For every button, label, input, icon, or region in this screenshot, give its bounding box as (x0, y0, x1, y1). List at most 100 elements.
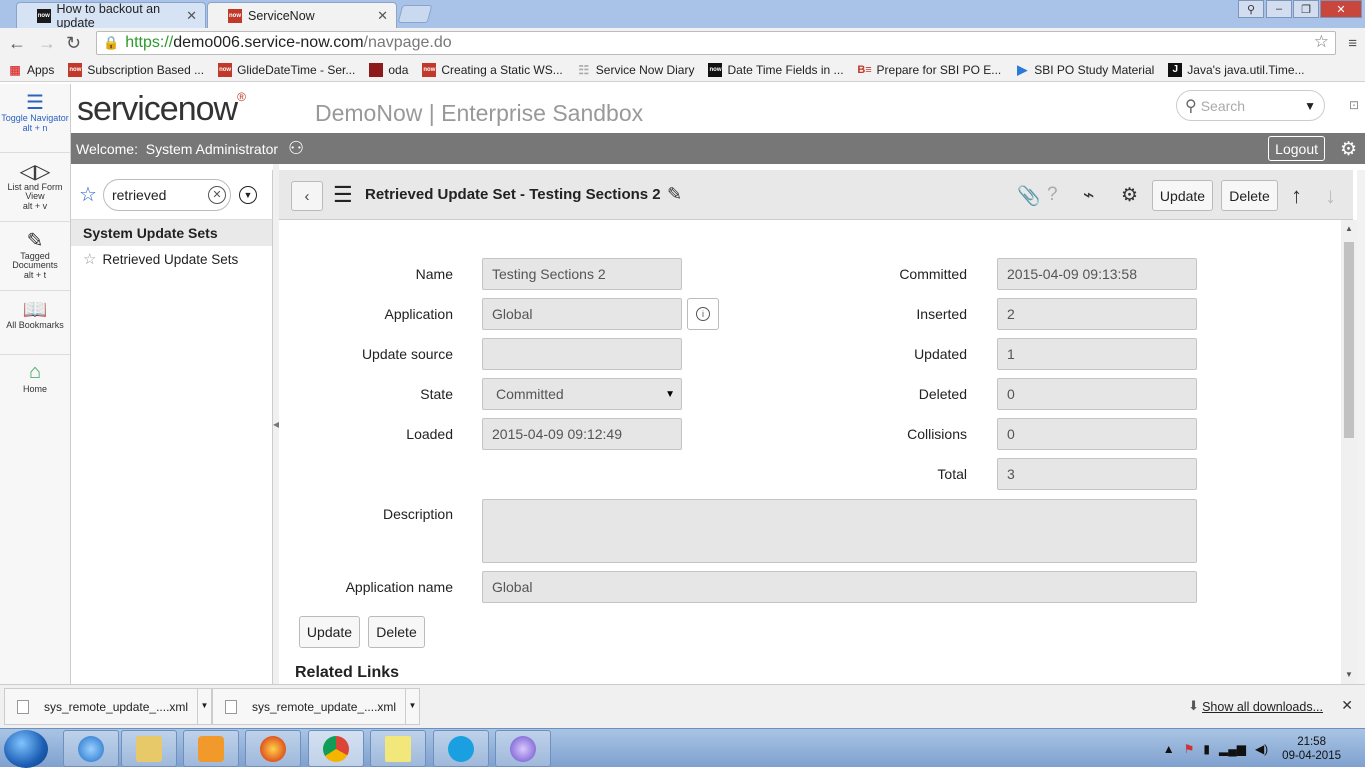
help-icon[interactable]: ? (1047, 184, 1058, 206)
gear-icon[interactable]: ⚙ (1121, 184, 1138, 207)
lock-icon: 🔒 (103, 35, 120, 50)
toggle-navigator-button[interactable]: ☰ Toggle Navigator alt + n (0, 84, 70, 153)
bookmark-item[interactable]: J Java's java.util.Time... (1168, 62, 1305, 77)
forward-arrow-icon[interactable]: → (38, 33, 56, 54)
arrow-up-icon[interactable]: ↑ (1291, 183, 1302, 209)
restore-icon[interactable]: ❐ (1293, 0, 1319, 18)
taskbar-chrome[interactable] (308, 730, 364, 767)
show-all-downloads-link[interactable]: Show all downloads... (1202, 700, 1323, 714)
bookmark-item[interactable]: ▶ SBI PO Study Material (1015, 62, 1154, 77)
update-source-field[interactable] (482, 338, 682, 370)
bookmark-item[interactable]: oda (369, 62, 408, 77)
url-input[interactable]: 🔒 https://demo006.service-now.com/navpag… (96, 31, 1336, 55)
minimize-icon[interactable]: – (1266, 0, 1292, 18)
taskbar-media-player[interactable] (183, 730, 239, 767)
logout-button[interactable]: Logout (1268, 136, 1325, 161)
browser-menu-icon[interactable]: ≡ (1348, 35, 1357, 52)
bookmark-item[interactable]: now Creating a Static WS... (422, 62, 563, 77)
collapse-header-icon[interactable]: ⊡ (1349, 98, 1359, 112)
bottom-delete-button[interactable]: Delete (368, 616, 425, 648)
bookmark-label: Java's java.util.Time... (1187, 62, 1305, 77)
taskbar-torrent[interactable] (495, 730, 551, 767)
taskbar-firefox[interactable] (245, 730, 301, 767)
form-scrollbar[interactable]: ▲ ▼ (1341, 220, 1357, 684)
servicenow-logo[interactable]: servicenow® (77, 90, 246, 129)
close-tab-icon[interactable]: ✕ (186, 8, 197, 24)
volume-icon[interactable]: ◀) (1255, 742, 1268, 756)
star-icon[interactable]: ☆ (83, 250, 96, 268)
taskbar-sticky-notes[interactable] (370, 730, 426, 767)
info-button[interactable]: i (687, 298, 719, 330)
bookmark-item[interactable]: now Subscription Based ... (68, 62, 204, 77)
bookmark-star-icon[interactable]: ☆ (1314, 32, 1329, 52)
bookmark-item[interactable]: ☷ Service Now Diary (577, 63, 694, 77)
bookmark-item[interactable]: now GlideDateTime - Ser... (218, 62, 355, 77)
collisions-field[interactable]: 0 (997, 418, 1197, 450)
download-item[interactable]: sys_remote_update_....xml ▼ (212, 688, 420, 725)
scroll-up-icon[interactable]: ▲ (1345, 224, 1353, 233)
close-window-icon[interactable]: ✕ (1320, 0, 1362, 18)
loaded-field[interactable]: 2015-04-09 09:12:49 (482, 418, 682, 450)
activity-icon[interactable]: ⌁ (1083, 184, 1094, 207)
total-field[interactable]: 3 (997, 458, 1197, 490)
inserted-field[interactable]: 2 (997, 298, 1197, 330)
gear-icon[interactable]: ⚙ (1340, 138, 1357, 161)
attachment-icon[interactable]: 📎 (1017, 184, 1041, 208)
module-retrieved-update-sets[interactable]: ☆ Retrieved Update Sets (71, 246, 272, 272)
chevron-down-icon[interactable]: ▼ (197, 689, 211, 724)
bottom-update-button[interactable]: Update (299, 616, 360, 648)
back-arrow-icon[interactable]: ← (8, 33, 26, 54)
taskbar-explorer[interactable] (121, 730, 177, 767)
chevron-down-icon[interactable]: ▼ (238, 185, 257, 204)
all-bookmarks-button[interactable]: 📖 All Bookmarks (0, 291, 70, 355)
application-name-field[interactable]: Global (482, 571, 1197, 603)
tagged-documents-button[interactable]: ✎ Tagged Documents alt + t (0, 222, 70, 291)
taskbar-internet-explorer[interactable] (63, 730, 119, 767)
close-tab-icon[interactable]: ✕ (377, 8, 388, 24)
home-button[interactable]: ⌂ Home (0, 355, 70, 424)
download-item[interactable]: sys_remote_update_....xml ▼ (4, 688, 212, 725)
close-icon[interactable]: ✕ (1341, 697, 1353, 714)
deleted-field[interactable]: 0 (997, 378, 1197, 410)
clear-filter-icon[interactable]: ✕ (207, 185, 226, 204)
update-button[interactable]: Update (1152, 180, 1213, 211)
context-menu-icon[interactable]: ☰ (333, 182, 353, 208)
browser-tab-2[interactable]: now ServiceNow ✕ (207, 2, 397, 28)
j-favicon: J (1168, 62, 1183, 77)
user-name[interactable]: System Administrator (146, 141, 278, 157)
state-select[interactable]: Committed ▼ (482, 378, 682, 410)
bookmark-item[interactable]: B≡ Prepare for SBI PO E... (857, 63, 1001, 77)
description-field[interactable] (482, 499, 1197, 563)
updated-field[interactable]: 1 (997, 338, 1197, 370)
reload-icon[interactable]: ↻ (66, 33, 81, 54)
chevron-down-icon[interactable]: ▼ (1304, 99, 1316, 113)
favorites-star-icon[interactable]: ☆ (79, 182, 97, 207)
application-field[interactable]: Global (482, 298, 682, 330)
show-hidden-icons[interactable]: ▲ (1163, 742, 1175, 756)
network-error-icon[interactable]: ⚑ (1184, 742, 1195, 756)
browser-tab-1[interactable]: now How to backout an update ✕ (16, 2, 206, 30)
bookmark-item[interactable]: now Date Time Fields in ... (708, 62, 844, 77)
arrow-down-icon[interactable]: ↓ (1325, 183, 1336, 209)
user-profile-icon[interactable]: ⚲ (1238, 0, 1264, 18)
taskbar-skype[interactable] (433, 730, 489, 767)
name-field[interactable]: Testing Sections 2 (482, 258, 682, 290)
delete-button[interactable]: Delete (1221, 180, 1278, 211)
filter-input[interactable]: retrieved ✕ (102, 178, 231, 211)
clock[interactable]: 21:58 09-04-2015 (1282, 735, 1341, 763)
list-form-view-button[interactable]: ◁▷ List and Form View alt + v (0, 153, 70, 222)
scroll-down-icon[interactable]: ▼ (1345, 670, 1353, 679)
battery-icon[interactable]: ▮ (1203, 742, 1210, 756)
chevron-down-icon[interactable]: ▼ (405, 689, 419, 724)
signal-icon[interactable]: ▂▄▆ (1219, 742, 1246, 756)
scrollbar-thumb[interactable] (1344, 242, 1354, 438)
user-icon[interactable]: ⚇ (288, 138, 304, 159)
new-tab-button[interactable] (397, 5, 433, 23)
back-button[interactable]: ‹ (291, 181, 323, 211)
bookmark-apps[interactable]: ▦ Apps (8, 63, 54, 77)
start-button[interactable] (4, 730, 48, 768)
module-group-system-update-sets[interactable]: System Update Sets (71, 220, 272, 246)
global-search-input[interactable]: ⚲ Search ▼ (1176, 90, 1325, 121)
committed-field[interactable]: 2015-04-09 09:13:58 (997, 258, 1197, 290)
tag-icon[interactable]: ✎ (667, 184, 682, 205)
